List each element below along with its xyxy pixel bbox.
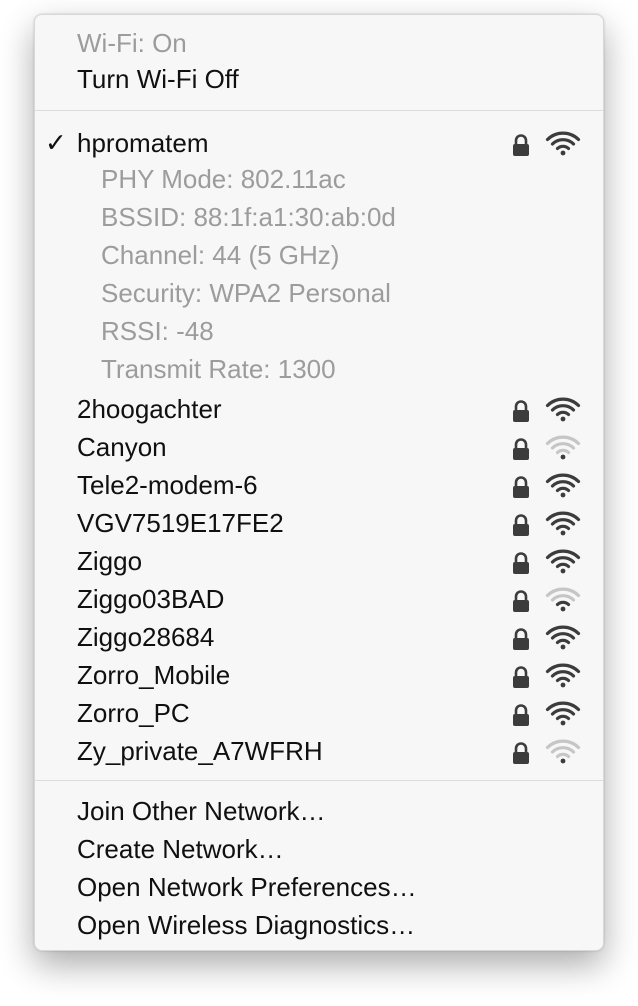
wifi-signal-icon [545, 473, 581, 498]
lock-icon [513, 400, 529, 422]
wifi-signal-icon [545, 511, 581, 536]
network-item[interactable]: Zy_private_A7WFRH [35, 732, 603, 770]
detail-text: Security: WPA2 Personal [101, 278, 391, 308]
wifi-signal-icon [545, 397, 581, 422]
wifi-signal-icon [545, 625, 581, 650]
wifi-signal-icon [545, 131, 581, 156]
create-network-item[interactable]: Create Network… [35, 830, 603, 868]
lock-icon [513, 552, 529, 574]
open-network-preferences-item[interactable]: Open Network Preferences… [35, 868, 603, 906]
network-item[interactable]: Ziggo28684 [35, 618, 603, 656]
wifi-signal-icon [545, 549, 581, 574]
network-item[interactable]: Zorro_PC [35, 694, 603, 732]
detail-text: RSSI: -48 [101, 316, 214, 346]
network-detail-bssid: BSSID: 88:1f:a1:30:ab:0d [35, 198, 603, 236]
wifi-signal-icon [545, 435, 581, 460]
detail-text: Channel: 44 (5 GHz) [101, 240, 340, 270]
network-item[interactable]: 2hoogachter [35, 390, 603, 428]
network-name: Zorro_Mobile [77, 660, 231, 690]
open-wireless-diagnostics-label: Open Wireless Diagnostics… [77, 910, 416, 940]
wifi-signal-icon [545, 663, 581, 688]
lock-icon [513, 438, 529, 460]
network-name: Tele2-modem-6 [77, 470, 258, 500]
turn-wifi-off-label: Turn Wi-Fi Off [77, 64, 239, 94]
separator [35, 780, 603, 781]
network-item[interactable]: VGV7519E17FE2 [35, 504, 603, 542]
network-item[interactable]: Ziggo [35, 542, 603, 580]
lock-icon [513, 590, 529, 612]
network-name: Zy_private_A7WFRH [77, 736, 323, 766]
join-other-network-label: Join Other Network… [77, 796, 326, 826]
network-detail-rssi: RSSI: -48 [35, 312, 603, 350]
lock-icon [513, 514, 529, 536]
lock-icon [513, 476, 529, 498]
detail-text: BSSID: 88:1f:a1:30:ab:0d [101, 202, 396, 232]
network-item[interactable]: Zorro_Mobile [35, 656, 603, 694]
network-name: Ziggo [77, 546, 143, 576]
network-name: hpromatem [77, 128, 209, 158]
turn-wifi-off-item[interactable]: Turn Wi-Fi Off [35, 60, 603, 98]
wifi-status: Wi-Fi: On [35, 24, 603, 62]
network-detail-transmit-rate: Transmit Rate: 1300 [35, 350, 603, 388]
network-name: Zorro_PC [77, 698, 190, 728]
wifi-menu: Wi-Fi: On Turn Wi-Fi Off ✓ hpromatem PHY… [34, 14, 604, 951]
wifi-signal-icon [545, 587, 581, 612]
network-item-connected[interactable]: ✓ hpromatem [35, 124, 603, 162]
network-name: Ziggo28684 [77, 622, 215, 652]
wifi-signal-icon [545, 701, 581, 726]
network-item[interactable]: Canyon [35, 428, 603, 466]
separator [35, 110, 603, 111]
network-item[interactable]: Ziggo03BAD [35, 580, 603, 618]
network-detail-phy-mode: PHY Mode: 802.11ac [35, 160, 603, 198]
lock-icon [513, 628, 529, 650]
lock-icon [513, 704, 529, 726]
network-name: Canyon [77, 432, 167, 462]
network-detail-channel: Channel: 44 (5 GHz) [35, 236, 603, 274]
open-wireless-diagnostics-item[interactable]: Open Wireless Diagnostics… [35, 906, 603, 944]
network-detail-security: Security: WPA2 Personal [35, 274, 603, 312]
lock-icon [513, 134, 529, 156]
checkmark-icon: ✓ [45, 127, 67, 158]
detail-text: PHY Mode: 802.11ac [101, 164, 346, 194]
lock-icon [513, 666, 529, 688]
network-item[interactable]: Tele2-modem-6 [35, 466, 603, 504]
network-name: 2hoogachter [77, 394, 222, 424]
wifi-signal-icon [545, 739, 581, 764]
join-other-network-item[interactable]: Join Other Network… [35, 792, 603, 830]
create-network-label: Create Network… [77, 834, 284, 864]
lock-icon [513, 742, 529, 764]
network-name: VGV7519E17FE2 [77, 508, 284, 538]
open-network-preferences-label: Open Network Preferences… [77, 872, 417, 902]
detail-text: Transmit Rate: 1300 [101, 354, 336, 384]
wifi-status-label: Wi-Fi: On [77, 28, 187, 58]
network-name: Ziggo03BAD [77, 584, 225, 614]
